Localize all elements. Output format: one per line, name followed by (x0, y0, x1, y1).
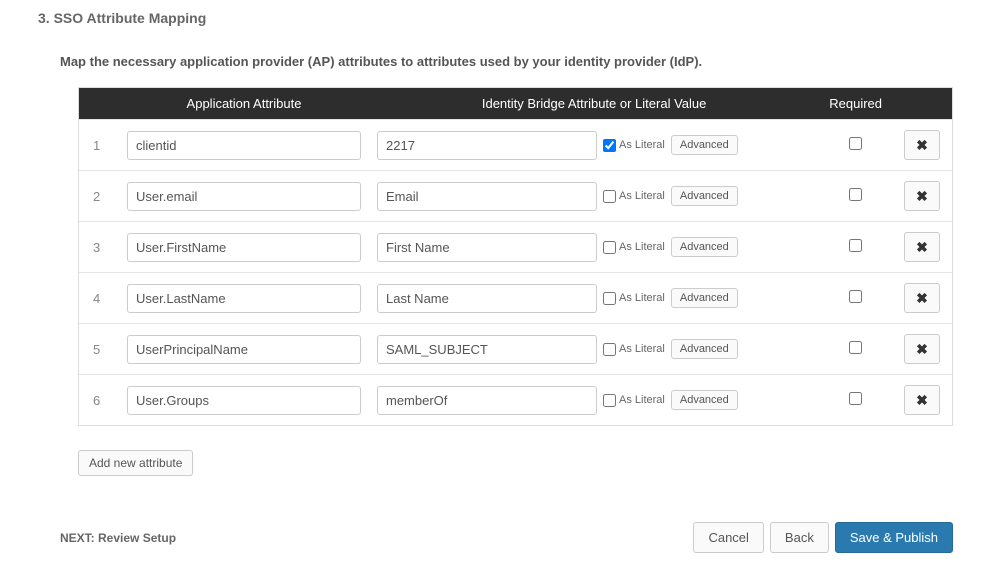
row-number: 4 (79, 273, 119, 324)
app-attribute-input[interactable] (127, 233, 361, 262)
close-icon: ✖ (916, 188, 928, 205)
required-checkbox[interactable] (849, 239, 862, 252)
as-literal-label: As Literal (619, 343, 665, 355)
app-attribute-input[interactable] (127, 386, 361, 415)
as-literal-checkbox[interactable] (603, 190, 616, 203)
idp-attribute-input[interactable] (377, 233, 597, 262)
delete-row-button[interactable]: ✖ (904, 181, 940, 211)
table-row: 1 As Literal Advanced ✖ (79, 120, 952, 171)
close-icon: ✖ (916, 392, 928, 409)
app-attribute-input[interactable] (127, 284, 361, 313)
delete-row-button[interactable]: ✖ (904, 130, 940, 160)
cancel-button[interactable]: Cancel (693, 522, 763, 553)
delete-row-button[interactable]: ✖ (904, 232, 940, 262)
as-literal-label: As Literal (619, 139, 665, 151)
close-icon: ✖ (916, 341, 928, 358)
close-icon: ✖ (916, 137, 928, 154)
as-literal-checkbox[interactable] (603, 343, 616, 356)
section-title: 3. SSO Attribute Mapping (38, 10, 953, 26)
row-number: 1 (79, 120, 119, 171)
table-row: 5 As Literal Advanced ✖ (79, 324, 952, 375)
table-row: 6 As Literal Advanced ✖ (79, 375, 952, 426)
advanced-button[interactable]: Advanced (671, 186, 738, 206)
required-checkbox[interactable] (849, 188, 862, 201)
advanced-button[interactable]: Advanced (671, 339, 738, 359)
as-literal-label: As Literal (619, 292, 665, 304)
app-attribute-input[interactable] (127, 182, 361, 211)
table-row: 4 As Literal Advanced ✖ (79, 273, 952, 324)
advanced-button[interactable]: Advanced (671, 135, 738, 155)
advanced-button[interactable]: Advanced (671, 237, 738, 257)
idp-attribute-input[interactable] (377, 182, 597, 211)
header-delete (892, 88, 952, 120)
row-number: 5 (79, 324, 119, 375)
advanced-button[interactable]: Advanced (671, 288, 738, 308)
as-literal-checkbox[interactable] (603, 394, 616, 407)
required-checkbox[interactable] (849, 137, 862, 150)
required-checkbox[interactable] (849, 341, 862, 354)
as-literal-checkbox[interactable] (603, 139, 616, 152)
app-attribute-input[interactable] (127, 335, 361, 364)
required-checkbox[interactable] (849, 392, 862, 405)
table-row: 2 As Literal Advanced ✖ (79, 171, 952, 222)
section-title-text: SSO Attribute Mapping (54, 10, 207, 26)
add-new-attribute-button[interactable]: Add new attribute (78, 450, 193, 476)
table-row: 3 As Literal Advanced ✖ (79, 222, 952, 273)
header-app-attribute: Application Attribute (119, 88, 369, 120)
as-literal-label: As Literal (619, 241, 665, 253)
back-button[interactable]: Back (770, 522, 829, 553)
idp-attribute-input[interactable] (377, 386, 597, 415)
as-literal-label: As Literal (619, 394, 665, 406)
idp-attribute-input[interactable] (377, 335, 597, 364)
as-literal-checkbox[interactable] (603, 292, 616, 305)
as-literal-label: As Literal (619, 190, 665, 202)
header-required: Required (819, 88, 892, 120)
delete-row-button[interactable]: ✖ (904, 385, 940, 415)
required-checkbox[interactable] (849, 290, 862, 303)
delete-row-button[interactable]: ✖ (904, 334, 940, 364)
header-idp-attribute: Identity Bridge Attribute or Literal Val… (369, 88, 819, 120)
close-icon: ✖ (916, 239, 928, 256)
app-attribute-input[interactable] (127, 131, 361, 160)
idp-attribute-input[interactable] (377, 131, 597, 160)
row-number: 3 (79, 222, 119, 273)
attribute-mapping-table: Application Attribute Identity Bridge At… (78, 87, 953, 426)
row-number: 6 (79, 375, 119, 426)
section-description: Map the necessary application provider (… (60, 54, 953, 69)
save-publish-button[interactable]: Save & Publish (835, 522, 953, 553)
header-number (79, 88, 119, 120)
row-number: 2 (79, 171, 119, 222)
idp-attribute-input[interactable] (377, 284, 597, 313)
section-number: 3. (38, 10, 50, 26)
delete-row-button[interactable]: ✖ (904, 283, 940, 313)
advanced-button[interactable]: Advanced (671, 390, 738, 410)
next-step-label: NEXT: Review Setup (60, 531, 176, 545)
close-icon: ✖ (916, 290, 928, 307)
as-literal-checkbox[interactable] (603, 241, 616, 254)
